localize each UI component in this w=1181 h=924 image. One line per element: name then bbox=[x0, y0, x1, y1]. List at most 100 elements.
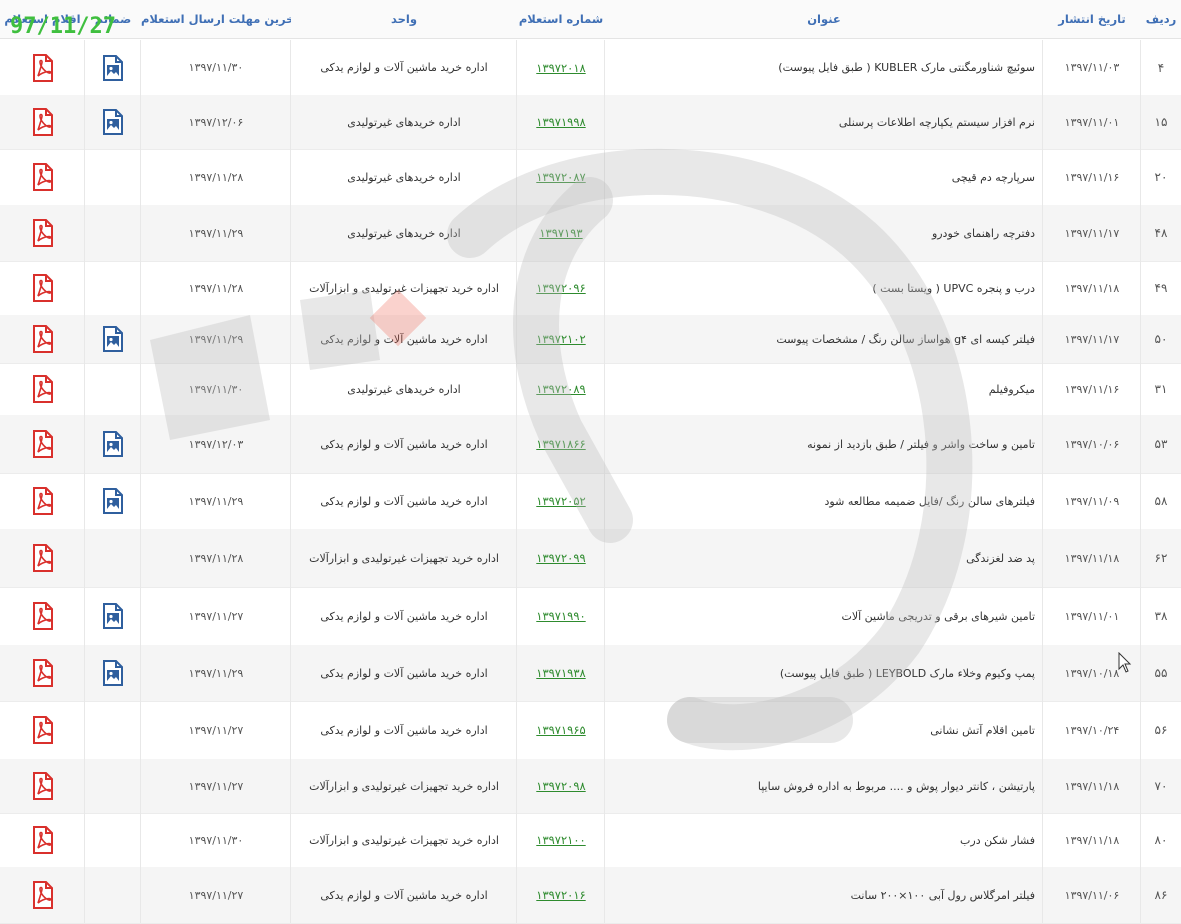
column-divider bbox=[290, 315, 291, 363]
column-divider bbox=[1140, 529, 1141, 587]
column-divider bbox=[290, 759, 291, 813]
row-attachments-cell bbox=[85, 315, 141, 363]
table-row: ۵۳ ۱۳۹۷/۱۰/۰۶ تامین و ساخت واشر و فیلتر / … bbox=[0, 415, 1181, 474]
inquiry-number-link[interactable]: ۱۳۹۷۲۰۹۶ bbox=[536, 281, 585, 295]
column-divider bbox=[604, 363, 605, 415]
pdf-icon[interactable] bbox=[31, 430, 55, 458]
row-unit: اداره خرید ماشین آلات و لوازم یدکی bbox=[320, 666, 488, 680]
inquiry-number-link[interactable]: ۱۳۹۷۲۰۸۷ bbox=[536, 170, 585, 184]
row-radif: ۱۵ bbox=[1154, 115, 1168, 129]
inquiry-number-link[interactable]: ۱۳۹۷۱۹۳ bbox=[539, 226, 582, 240]
inquiry-number-link[interactable]: ۱۳۹۷۱۹۶۵ bbox=[536, 723, 585, 737]
table-row: ۵۶ ۱۳۹۷/۱۰/۲۴ تامین اقلام آتش نشانی ۱۳۹۷۱۹۶… bbox=[0, 701, 1181, 760]
row-radif: ۲۰ bbox=[1154, 170, 1168, 184]
pdf-icon[interactable] bbox=[31, 772, 55, 800]
image-icon[interactable] bbox=[101, 488, 125, 514]
column-divider bbox=[1042, 315, 1043, 363]
column-divider bbox=[604, 261, 605, 315]
pdf-icon[interactable] bbox=[31, 325, 55, 353]
column-divider bbox=[604, 759, 605, 813]
column-divider bbox=[1042, 473, 1043, 529]
inquiry-number-link[interactable]: ۱۳۹۷۲۱۰۲ bbox=[536, 332, 585, 346]
row-publish-date: ۱۳۹۷/۱۰/۰۶ bbox=[1064, 437, 1120, 451]
pdf-icon[interactable] bbox=[31, 274, 55, 302]
column-divider bbox=[1140, 205, 1141, 261]
table-row: ۶۲ ۱۳۹۷/۱۱/۱۸ پد ضد لغزندگی ۱۳۹۷۲۰۹۹ اداره خ… bbox=[0, 529, 1181, 588]
image-icon[interactable] bbox=[101, 326, 125, 352]
column-divider bbox=[84, 149, 85, 205]
inquiry-number-link[interactable]: ۱۳۹۷۲۰۹۹ bbox=[536, 551, 585, 565]
row-items-cell bbox=[0, 645, 85, 701]
header-deadline[interactable]: آخرین مهلت ارسال استعلام bbox=[141, 0, 291, 38]
pdf-icon[interactable] bbox=[31, 375, 55, 403]
column-divider bbox=[1042, 587, 1043, 645]
column-divider bbox=[516, 415, 517, 473]
pdf-icon[interactable] bbox=[31, 487, 55, 515]
inquiry-number-link[interactable]: ۱۳۹۷۲۰۸۹ bbox=[536, 382, 585, 396]
column-divider bbox=[604, 415, 605, 473]
column-divider bbox=[1042, 205, 1043, 261]
pdf-icon[interactable] bbox=[31, 219, 55, 247]
header-publish-date[interactable]: تاریخ انتشار bbox=[1043, 0, 1141, 38]
column-divider bbox=[290, 363, 291, 415]
inquiry-number-link[interactable]: ۱۳۹۷۲۰۱۶ bbox=[536, 888, 585, 902]
row-attachments-cell bbox=[85, 587, 141, 645]
pdf-icon[interactable] bbox=[31, 544, 55, 572]
image-icon[interactable] bbox=[101, 660, 125, 686]
row-unit: اداره خرید ماشین آلات و لوازم یدکی bbox=[320, 61, 488, 74]
pdf-icon[interactable] bbox=[31, 602, 55, 630]
pdf-icon[interactable] bbox=[31, 108, 55, 136]
inquiry-number-link[interactable]: ۱۳۹۷۲۰۵۲ bbox=[536, 494, 585, 508]
row-radif: ۴۸ bbox=[1154, 226, 1168, 240]
image-icon[interactable] bbox=[101, 109, 125, 135]
column-divider bbox=[140, 759, 141, 813]
inquiry-number-link[interactable]: ۱۳۹۷۲۰۱۸ bbox=[536, 61, 585, 75]
column-divider bbox=[84, 315, 85, 363]
inquiry-number-link[interactable]: ۱۳۹۷۱۹۹۰ bbox=[536, 609, 585, 623]
row-unit: اداره خرید تجهیزات غیرتولیدی و ابزارآلات bbox=[309, 833, 499, 847]
image-icon[interactable] bbox=[101, 431, 125, 457]
row-unit: اداره خرید تجهیزات غیرتولیدی و ابزارآلات bbox=[309, 281, 499, 295]
row-radif: ۷۰ bbox=[1154, 779, 1168, 793]
column-divider bbox=[290, 529, 291, 587]
row-attachments-cell bbox=[85, 95, 141, 149]
row-items-cell bbox=[0, 473, 85, 529]
inquiry-number-link[interactable]: ۱۳۹۷۱۹۳۸ bbox=[536, 666, 585, 680]
pdf-icon[interactable] bbox=[31, 881, 55, 909]
column-divider bbox=[604, 813, 605, 867]
row-unit: اداره خرید ماشین آلات و لوازم یدکی bbox=[320, 437, 488, 451]
header-title[interactable]: عنوان bbox=[605, 0, 1043, 38]
image-icon[interactable] bbox=[101, 54, 125, 81]
row-deadline: ۱۳۹۷/۱۱/۲۸ bbox=[188, 281, 244, 295]
inquiry-number-link[interactable]: ۱۳۹۷۲۰۹۸ bbox=[536, 779, 585, 793]
row-publish-date: ۱۳۹۷/۱۰/۲۴ bbox=[1064, 723, 1120, 737]
column-divider bbox=[1140, 813, 1141, 867]
column-divider bbox=[140, 645, 141, 701]
header-unit[interactable]: واحد bbox=[291, 0, 517, 38]
row-title: سرپارچه دم قیچی bbox=[951, 170, 1035, 184]
inquiry-table: ردیف تاریخ انتشار عنوان شماره استعلام وا… bbox=[0, 0, 1181, 924]
pdf-icon[interactable] bbox=[31, 716, 55, 744]
row-radif: ۶۲ bbox=[1154, 551, 1168, 565]
row-deadline: ۱۳۹۷/۱۱/۲۷ bbox=[188, 779, 244, 793]
row-title: سوئیچ شناورمگنتی مارک KUBLER ( طبق فایل … bbox=[778, 61, 1035, 74]
row-items-cell bbox=[0, 40, 85, 95]
pdf-icon[interactable] bbox=[31, 659, 55, 687]
pdf-icon[interactable] bbox=[31, 163, 55, 191]
inquiry-number-link[interactable]: ۱۳۹۷۱۹۹۸ bbox=[536, 115, 585, 129]
column-divider bbox=[516, 701, 517, 759]
column-divider bbox=[604, 95, 605, 149]
image-icon[interactable] bbox=[101, 603, 125, 629]
column-divider bbox=[140, 415, 141, 473]
inquiry-number-link[interactable]: ۱۳۹۷۱۸۶۶ bbox=[536, 437, 585, 451]
table-row: ۵۰ ۱۳۹۷/۱۱/۱۷ فیلتر کیسه ای g۴ هواساز سالن… bbox=[0, 315, 1181, 364]
column-divider bbox=[290, 205, 291, 261]
header-inquiry-number[interactable]: شماره استعلام bbox=[517, 0, 605, 38]
header-radif[interactable]: ردیف bbox=[1141, 0, 1181, 38]
row-deadline: ۱۳۹۷/۱۱/۳۰ bbox=[188, 833, 244, 847]
row-attachments-cell bbox=[85, 261, 141, 315]
pdf-icon[interactable] bbox=[31, 826, 55, 854]
table-row: ۴۸ ۱۳۹۷/۱۱/۱۷ دفترچه راهنمای خودرو ۱۳۹۷۱۹۳ ا… bbox=[0, 205, 1181, 262]
pdf-icon[interactable] bbox=[31, 53, 55, 82]
inquiry-number-link[interactable]: ۱۳۹۷۲۱۰۰ bbox=[536, 833, 585, 847]
